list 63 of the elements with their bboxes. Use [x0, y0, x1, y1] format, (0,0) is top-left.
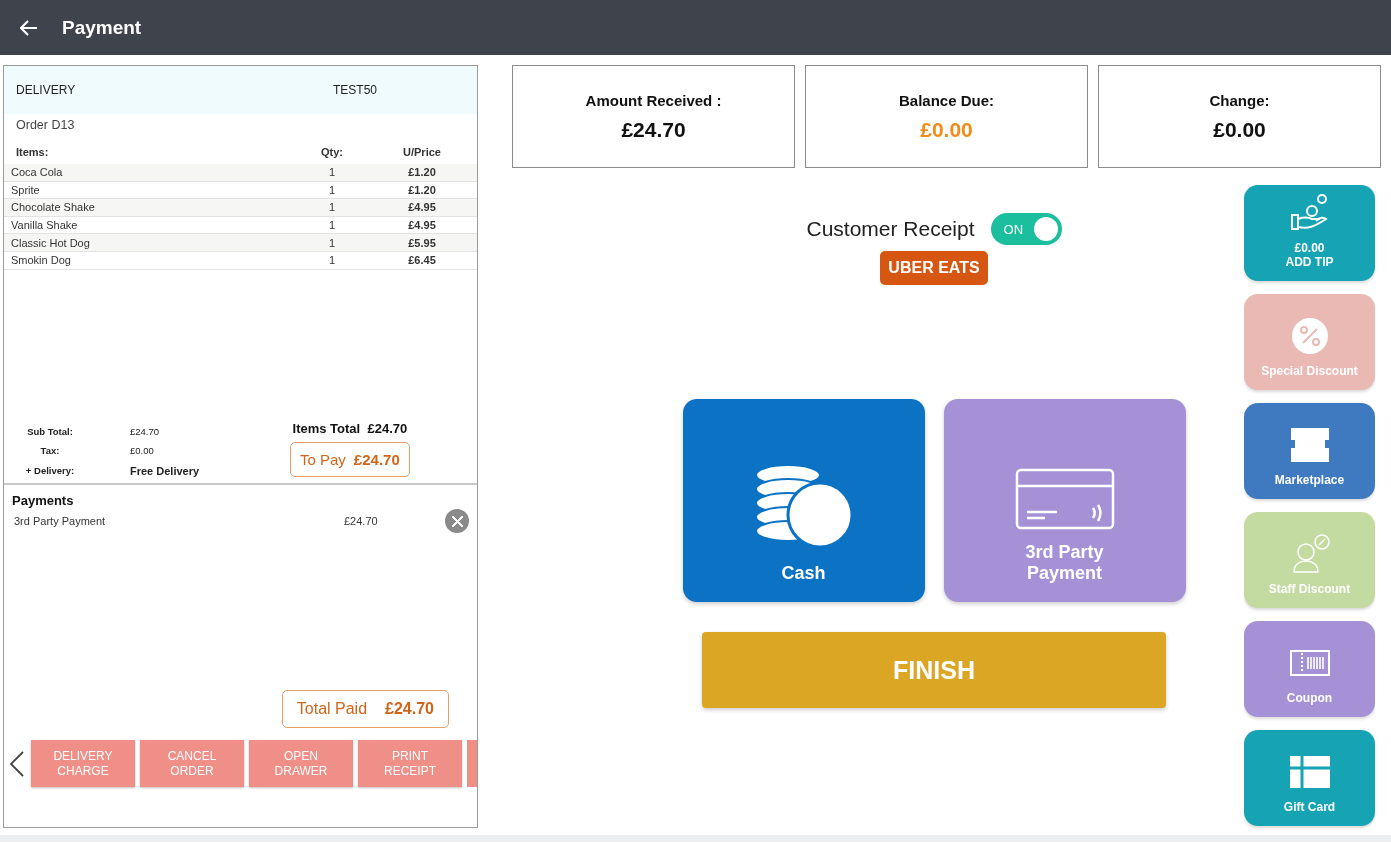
column-header: Qty: — [320, 146, 344, 158]
item-qty: 1 — [327, 183, 337, 196]
summary-value: £0.00 — [920, 117, 973, 142]
item-qty: 1 — [327, 254, 337, 267]
action-button[interactable]: PRINT RECEIPT — [358, 740, 462, 787]
item-qty: 1 — [327, 166, 337, 179]
item-qty: 1 — [327, 201, 337, 214]
item-name: Vanilla Shake — [11, 219, 79, 232]
item-qty: 1 — [327, 236, 337, 249]
action-button[interactable]: OPEN DRAWER — [249, 740, 353, 787]
item-price: £6.45 — [407, 254, 437, 267]
back-arrow-icon[interactable] — [20, 19, 38, 36]
item-name: Chocolate Shake — [11, 201, 96, 214]
action-button[interactable]: CANCEL ORDER — [140, 740, 244, 787]
item-price: £1.20 — [407, 183, 437, 196]
total-label: + Delivery: — [24, 465, 76, 477]
summary-label: Amount Received : — [585, 91, 722, 109]
summary-value: £0.00 — [1213, 117, 1266, 142]
item-price: £5.95 — [407, 236, 437, 249]
payments-heading: Payments — [11, 492, 75, 509]
summary-label: Balance Due: — [898, 91, 994, 109]
side-action-button[interactable]: Coupon — [1244, 621, 1375, 717]
side-action-button[interactable]: £0.00 ADD TIP — [1244, 185, 1375, 281]
side-action-button[interactable]: Staff Discount — [1244, 512, 1375, 608]
page-title: Payment — [62, 16, 142, 39]
side-action-button[interactable]: Gift Card — [1244, 730, 1375, 826]
payment-method-button[interactable]: Cash — [682, 399, 925, 602]
summary-label: Change: — [1209, 91, 1270, 109]
payment-amount: £24.70 — [344, 515, 379, 528]
items-total: Items Total £24.70 — [292, 421, 408, 437]
total-label: Sub Total: — [26, 425, 74, 437]
to-pay-box: To Pay £24.70 — [290, 442, 410, 478]
summary-value: £24.70 — [621, 117, 686, 142]
payment-method-button[interactable]: 3rd Party Payment — [943, 399, 1186, 602]
order-code: TEST50 — [333, 83, 377, 97]
item-name: Sprite — [11, 183, 41, 196]
order-number: Order D13 — [15, 117, 76, 134]
item-name: Coca Cola — [11, 166, 64, 179]
chevron-left-icon[interactable] — [8, 749, 26, 778]
customer-receipt-label: Customer Receipt — [806, 217, 975, 241]
provider-badge: UBER EATS — [880, 251, 988, 285]
side-action-button[interactable]: Marketplace — [1244, 403, 1375, 499]
item-name: Smokin Dog — [11, 254, 72, 267]
item-qty: 1 — [327, 219, 337, 232]
side-action-button[interactable]: Special Discount — [1244, 294, 1375, 390]
remove-payment-button[interactable] — [445, 509, 469, 534]
column-header: Items: — [16, 146, 50, 158]
finish-button[interactable]: FINISH — [702, 632, 1166, 708]
total-value: Free Delivery — [130, 464, 201, 477]
column-header: U/Price — [402, 146, 442, 158]
item-name: Classic Hot Dog — [11, 236, 91, 249]
item-price: £1.20 — [407, 166, 437, 179]
receipt-toggle[interactable]: ON — [990, 213, 1062, 245]
total-label: Tax: — [39, 445, 61, 457]
total-paid-box: Total Paid £24.70 — [281, 690, 449, 728]
action-button[interactable]: DELIVERY CHARGE — [31, 740, 135, 787]
total-value: £24.70 — [130, 425, 161, 437]
total-value: £0.00 — [130, 445, 155, 457]
payment-name: 3rd Party Payment — [14, 515, 107, 528]
contactless-card-icon — [1014, 468, 1115, 530]
item-price: £4.95 — [407, 219, 437, 232]
order-type: DELIVERY — [16, 83, 77, 97]
item-price: £4.95 — [407, 201, 437, 214]
